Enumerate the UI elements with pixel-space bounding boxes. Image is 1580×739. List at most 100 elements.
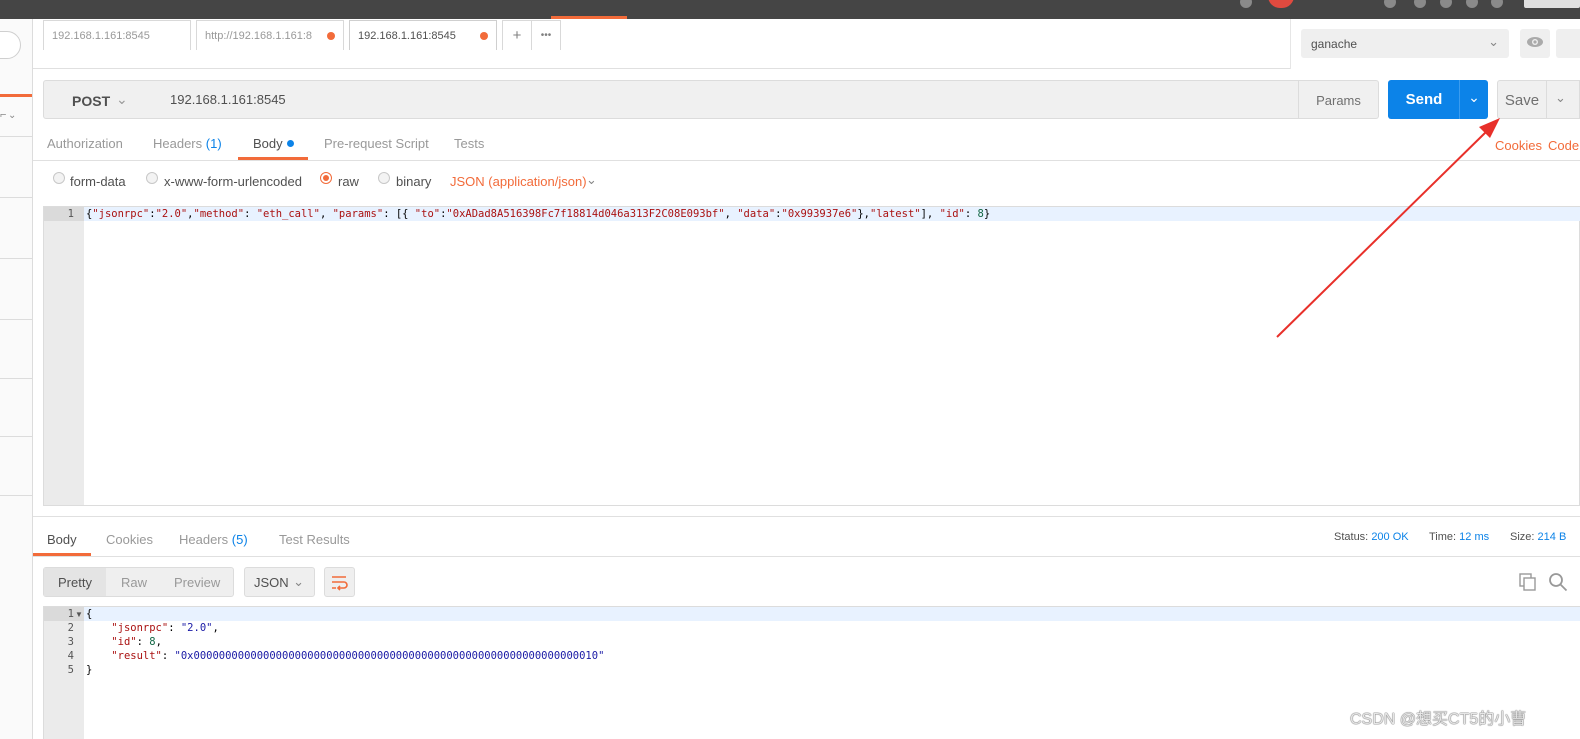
radio-form-data-label[interactable]: form-data bbox=[70, 174, 126, 189]
radio-raw-label[interactable]: raw bbox=[338, 174, 359, 189]
code-token: 8 bbox=[149, 636, 156, 648]
url-value: 192.168.1.161:8545 bbox=[170, 92, 286, 107]
tab-pre-request-script[interactable]: Pre-request Script bbox=[324, 136, 429, 151]
response-size: Size: 214 B bbox=[1510, 531, 1566, 543]
fold-arrow-icon[interactable]: ▼ bbox=[75, 608, 83, 622]
environment-select[interactable]: ganache ⌄ bbox=[1301, 29, 1509, 58]
tab-body[interactable]: Body bbox=[253, 136, 294, 151]
content-type-select[interactable]: JSON (application/json) bbox=[450, 174, 587, 189]
response-status: Status: 200 OK bbox=[1334, 531, 1409, 543]
heart-icon[interactable] bbox=[1466, 0, 1478, 8]
sidebar-active-indicator bbox=[0, 94, 32, 97]
radio-binary-label[interactable]: binary bbox=[396, 174, 431, 189]
code-token: } bbox=[86, 664, 93, 676]
radio-urlencoded-label[interactable]: x-www-form-urlencoded bbox=[164, 174, 302, 189]
line-number: 1 bbox=[67, 608, 74, 620]
sidebar-sort-icon[interactable]: ⌐ bbox=[0, 109, 6, 121]
line-numbers: 1 2 3 4 5 ▼ bbox=[44, 607, 83, 677]
line-number: 1 bbox=[67, 208, 74, 220]
copy-icon[interactable] bbox=[1519, 573, 1537, 594]
code-token: "id" bbox=[939, 208, 965, 220]
sidebar-divider bbox=[0, 319, 32, 320]
view-preview-button[interactable]: Preview bbox=[174, 575, 220, 590]
response-body-code[interactable]: { "jsonrpc": "2.0", "id": 8, "result": "… bbox=[86, 607, 604, 677]
chevron-down-icon: ⌄ bbox=[1555, 90, 1566, 105]
editor-gutter bbox=[44, 207, 84, 505]
status-value: 200 OK bbox=[1371, 531, 1409, 543]
search-icon[interactable] bbox=[1548, 572, 1568, 595]
twitter-icon[interactable] bbox=[1491, 0, 1503, 8]
code-token: "data" bbox=[737, 208, 776, 220]
more-icon[interactable]: ••• bbox=[531, 20, 561, 50]
settings-icon[interactable] bbox=[1384, 0, 1396, 8]
code-token: "0xADad8A516398Fc7f18814d046a313F2C08E09… bbox=[446, 208, 725, 220]
code-token: "jsonrpc" bbox=[92, 208, 150, 220]
divider bbox=[33, 516, 1580, 517]
plus-icon[interactable]: + bbox=[502, 20, 532, 50]
response-tab-headers-label: Headers bbox=[179, 532, 229, 547]
response-format-select[interactable]: JSON ⌄ bbox=[244, 567, 315, 597]
request-tab-label: 192.168.1.161:8545 bbox=[52, 30, 150, 42]
response-tab-headers[interactable]: Headers (5) bbox=[179, 532, 248, 547]
wrap-icon[interactable] bbox=[324, 567, 355, 597]
size-value: 214 B bbox=[1537, 531, 1567, 543]
request-tab[interactable]: 192.168.1.161:8545 bbox=[43, 20, 191, 50]
cookies-link[interactable]: Cookies bbox=[1495, 138, 1542, 153]
code-token: "latest" bbox=[870, 208, 921, 220]
sidebar-divider bbox=[0, 495, 32, 496]
code-token: "0x0000000000000000000000000000000000000… bbox=[174, 650, 605, 662]
save-dropdown-button[interactable]: ⌄ bbox=[1546, 80, 1580, 119]
line-number: 4 bbox=[67, 650, 74, 662]
chevron-down-icon[interactable]: ⌄ bbox=[586, 172, 597, 188]
environment-select-value: ganache bbox=[1311, 37, 1358, 51]
code-token: "id" bbox=[111, 636, 137, 648]
interceptor-icon[interactable] bbox=[1268, 0, 1294, 8]
time-label: Time: bbox=[1429, 531, 1457, 543]
code-link[interactable]: Code bbox=[1548, 138, 1580, 153]
send-button[interactable]: Send bbox=[1388, 80, 1460, 119]
view-pretty-button[interactable]: Pretty bbox=[58, 575, 92, 590]
tab-headers[interactable]: Headers (1) bbox=[153, 136, 222, 151]
request-body-code[interactable]: {"jsonrpc":"2.0","method": "eth_call", "… bbox=[86, 207, 990, 221]
sign-in-button[interactable] bbox=[1524, 0, 1580, 8]
gear-icon[interactable] bbox=[1556, 29, 1580, 58]
code-token: "to" bbox=[414, 208, 441, 220]
radio-urlencoded[interactable] bbox=[146, 172, 158, 184]
response-tab-test-results[interactable]: Test Results bbox=[279, 532, 350, 547]
sidebar-filter-input[interactable] bbox=[0, 31, 21, 59]
radio-form-data[interactable] bbox=[53, 172, 65, 184]
send-dropdown-button[interactable]: ⌄ bbox=[1459, 80, 1488, 119]
request-tab[interactable]: http://192.168.1.161:8 bbox=[196, 20, 344, 50]
tab-headers-count: (1) bbox=[205, 136, 222, 151]
line-number: 2 bbox=[67, 622, 74, 634]
tab-authorization[interactable]: Authorization bbox=[47, 136, 123, 151]
response-time: Time: 12 ms bbox=[1429, 531, 1489, 543]
watermark: CSDN @想买CT5的小曹 bbox=[1350, 711, 1527, 728]
url-input[interactable]: 192.168.1.161:8545 bbox=[158, 80, 1299, 119]
sidebar: ⌐ ⌄ bbox=[0, 19, 33, 739]
body-indicator-icon bbox=[286, 140, 294, 147]
wrench-icon[interactable] bbox=[1414, 0, 1426, 8]
response-tab-body[interactable]: Body bbox=[47, 532, 77, 547]
tab-tests[interactable]: Tests bbox=[454, 136, 484, 151]
view-raw-button[interactable]: Raw bbox=[121, 575, 147, 590]
request-body-editor[interactable] bbox=[43, 206, 1580, 506]
eye-icon[interactable] bbox=[1520, 29, 1550, 58]
chevron-down-icon[interactable]: ⌄ bbox=[8, 110, 16, 121]
line-number: 5 bbox=[67, 664, 74, 676]
sync-icon[interactable] bbox=[1240, 0, 1252, 8]
code-token: "0x993937e6" bbox=[781, 208, 858, 220]
sidebar-divider bbox=[0, 436, 32, 437]
params-button[interactable]: Params bbox=[1298, 80, 1379, 119]
response-tab-cookies[interactable]: Cookies bbox=[106, 532, 153, 547]
line-number: 3 bbox=[67, 636, 74, 648]
radio-binary[interactable] bbox=[378, 172, 390, 184]
radio-raw[interactable] bbox=[320, 172, 332, 184]
method-value: POST bbox=[72, 93, 111, 109]
request-tab-active[interactable]: 192.168.1.161:8545 bbox=[349, 20, 497, 50]
divider bbox=[33, 556, 1580, 557]
save-button[interactable]: Save bbox=[1497, 80, 1547, 119]
method-select[interactable]: POST ⌄ bbox=[43, 80, 159, 119]
app-top-bar bbox=[0, 0, 1580, 19]
notifications-icon[interactable] bbox=[1440, 0, 1452, 8]
